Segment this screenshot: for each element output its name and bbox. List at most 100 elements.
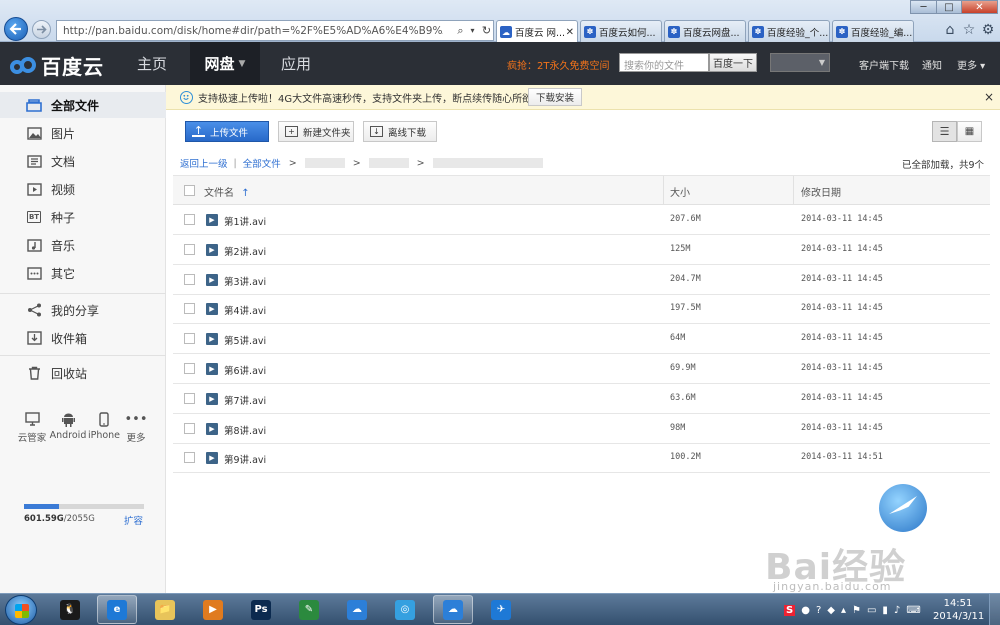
- tray-qq-icon[interactable]: ●: [801, 605, 810, 616]
- address-url[interactable]: http://pan.baidu.com/disk/home#dir/path=…: [63, 25, 443, 37]
- sidebar-item-all-files[interactable]: 全部文件: [0, 92, 166, 118]
- table-row[interactable]: ▶ 第6讲.avi 69.9M 2014-03-11 14:45: [173, 354, 990, 384]
- taskbar-app-explorer[interactable]: 📁: [145, 595, 185, 624]
- select-all-checkbox[interactable]: [184, 185, 195, 196]
- taskbar-app-cloud-sync[interactable]: ◎: [385, 595, 425, 624]
- breadcrumb-redacted-folder[interactable]: [304, 158, 345, 168]
- tab-2[interactable]: ✽ 百度云如何...: [580, 20, 662, 42]
- download-install-button[interactable]: 下载安装: [528, 88, 582, 106]
- row-checkbox[interactable]: [184, 333, 195, 345]
- tab-5[interactable]: ✽ 百度经验_编...: [832, 20, 914, 42]
- device-android[interactable]: Android: [48, 410, 88, 441]
- device-pc[interactable]: 云管家: [12, 410, 52, 444]
- back-one-level-link[interactable]: 返回上一级: [180, 156, 228, 170]
- table-row[interactable]: ▶ 第9讲.avi 100.2M 2014-03-11 14:51: [173, 443, 990, 474]
- tray-flag-icon[interactable]: ⚑: [852, 605, 861, 616]
- table-row[interactable]: ▶ 第3讲.avi 204.7M 2014-03-11 14:45: [173, 265, 990, 295]
- sidebar-item-music[interactable]: 音乐: [0, 232, 166, 258]
- expand-storage-link[interactable]: 扩容: [124, 513, 143, 527]
- taskbar-app-qq[interactable]: 🐧: [50, 595, 90, 624]
- more-menu-link[interactable]: 更多 ▾: [957, 57, 985, 72]
- tab-3[interactable]: ✽ 百度云网盘...: [664, 20, 746, 42]
- sidebar-item-torrents[interactable]: BT 种子: [0, 204, 166, 230]
- file-name[interactable]: 第4讲.avi: [224, 303, 266, 317]
- row-checkbox[interactable]: [184, 214, 195, 225]
- sidebar-item-images[interactable]: 图片: [0, 120, 166, 146]
- table-row[interactable]: ▶ 第8讲.avi 98M 2014-03-11 14:45: [173, 414, 990, 444]
- row-checkbox[interactable]: [184, 303, 195, 315]
- start-button[interactable]: [5, 595, 37, 625]
- user-menu[interactable]: ▼: [770, 53, 830, 72]
- file-name[interactable]: 第7讲.avi: [224, 393, 266, 407]
- nav-disk[interactable]: 网盘 ▼: [190, 42, 260, 85]
- client-download-link[interactable]: 客户端下载: [859, 57, 909, 72]
- minimize-button[interactable]: ─: [910, 0, 937, 14]
- close-icon[interactable]: ×: [984, 90, 994, 104]
- taskbar-app-baidu-cloud[interactable]: ☁: [337, 595, 377, 624]
- taskbar-app-bird-app[interactable]: ✈: [481, 595, 521, 624]
- tab-baidu-cloud[interactable]: ☁ 百度云 网... ✕: [496, 20, 578, 43]
- table-row[interactable]: ▶ 第2讲.avi 125M 2014-03-11 14:45: [173, 235, 990, 265]
- tab-4[interactable]: ✽ 百度经验_个...: [748, 20, 830, 42]
- device-more[interactable]: ••• 更多: [116, 410, 156, 445]
- dropdown-icon[interactable]: ▾: [465, 23, 480, 38]
- tray-sogou-icon[interactable]: S: [784, 604, 796, 616]
- row-checkbox[interactable]: [184, 392, 195, 404]
- file-name[interactable]: 第9讲.avi: [224, 452, 266, 466]
- sidebar-item-videos[interactable]: 视频: [0, 176, 166, 202]
- column-header-size[interactable]: 大小: [670, 184, 690, 199]
- search-button[interactable]: 百度一下: [709, 53, 757, 72]
- row-checkbox[interactable]: [184, 273, 195, 285]
- settings-gear-icon[interactable]: ⚙: [980, 22, 996, 38]
- favorites-star-icon[interactable]: ☆: [961, 22, 977, 38]
- sidebar-item-documents[interactable]: 文档: [0, 148, 166, 174]
- tray-display-icon[interactable]: ▭: [867, 605, 876, 616]
- clock[interactable]: 14:51 2014/3/11: [933, 597, 984, 623]
- file-search-input[interactable]: 搜索你的文件: [619, 53, 709, 72]
- tray-network-icon[interactable]: ▮: [882, 605, 888, 616]
- forward-button[interactable]: [32, 20, 51, 39]
- sidebar-item-my-shares[interactable]: 我的分享: [0, 297, 166, 323]
- column-header-name[interactable]: 文件名 ↑: [204, 184, 250, 199]
- new-folder-button[interactable]: + 新建文件夹: [278, 121, 354, 142]
- baidu-cloud-logo[interactable]: 百度云: [10, 51, 104, 80]
- nav-home[interactable]: 主页: [124, 42, 180, 85]
- sidebar-item-recycle-bin[interactable]: 回收站: [0, 360, 166, 386]
- tab-close-icon[interactable]: ✕: [566, 27, 574, 38]
- nav-apps[interactable]: 应用: [268, 42, 324, 85]
- column-header-date[interactable]: 修改日期: [801, 184, 841, 199]
- refresh-icon[interactable]: ↻: [479, 23, 494, 38]
- file-name[interactable]: 第5讲.avi: [224, 333, 266, 347]
- address-bar[interactable]: http://pan.baidu.com/disk/home#dir/path=…: [56, 20, 494, 41]
- maximize-button[interactable]: □: [936, 0, 962, 14]
- file-name[interactable]: 第3讲.avi: [224, 274, 266, 288]
- table-row[interactable]: ▶ 第1讲.avi 207.6M 2014-03-11 14:45: [173, 205, 990, 235]
- breadcrumb-redacted-folder[interactable]: [368, 158, 409, 168]
- notice-link[interactable]: 通知: [922, 57, 942, 72]
- upload-button[interactable]: ↑ 上传文件: [185, 121, 269, 142]
- table-row[interactable]: ▶ 第4讲.avi 197.5M 2014-03-11 14:45: [173, 294, 990, 325]
- row-checkbox[interactable]: [184, 243, 195, 255]
- grid-view-button[interactable]: ▦: [957, 121, 982, 142]
- promo-link[interactable]: 疯抢：2T永久免费空间: [507, 57, 609, 72]
- tray-volume-icon[interactable]: ♪: [894, 605, 900, 616]
- file-name[interactable]: 第1讲.avi: [224, 214, 266, 228]
- table-row[interactable]: ▶ 第5讲.avi 64M 2014-03-11 14:45: [173, 324, 990, 355]
- back-button[interactable]: [4, 17, 28, 41]
- table-row[interactable]: ▶ 第7讲.avi 63.6M 2014-03-11 14:45: [173, 384, 990, 414]
- home-icon[interactable]: ⌂: [942, 22, 958, 38]
- tray-expand-icon[interactable]: ▴: [841, 605, 846, 616]
- taskbar-app-fetion[interactable]: ✎: [289, 595, 329, 624]
- file-name[interactable]: 第2讲.avi: [224, 244, 266, 258]
- row-checkbox[interactable]: [184, 422, 195, 434]
- file-name[interactable]: 第8讲.avi: [224, 423, 266, 437]
- taskbar-app-media-player[interactable]: ▶: [193, 595, 233, 624]
- taskbar-app-ie[interactable]: e: [97, 595, 137, 624]
- sidebar-item-inbox[interactable]: 收件箱: [0, 325, 166, 351]
- row-checkbox[interactable]: [184, 363, 195, 374]
- file-name[interactable]: 第6讲.avi: [224, 363, 266, 377]
- show-desktop-button[interactable]: [989, 594, 1000, 625]
- taskbar-app-baidu-cloud-manager[interactable]: ☁: [433, 595, 473, 624]
- taskbar-app-photoshop[interactable]: Ps: [241, 595, 281, 624]
- tray-help-icon[interactable]: ?: [816, 605, 821, 616]
